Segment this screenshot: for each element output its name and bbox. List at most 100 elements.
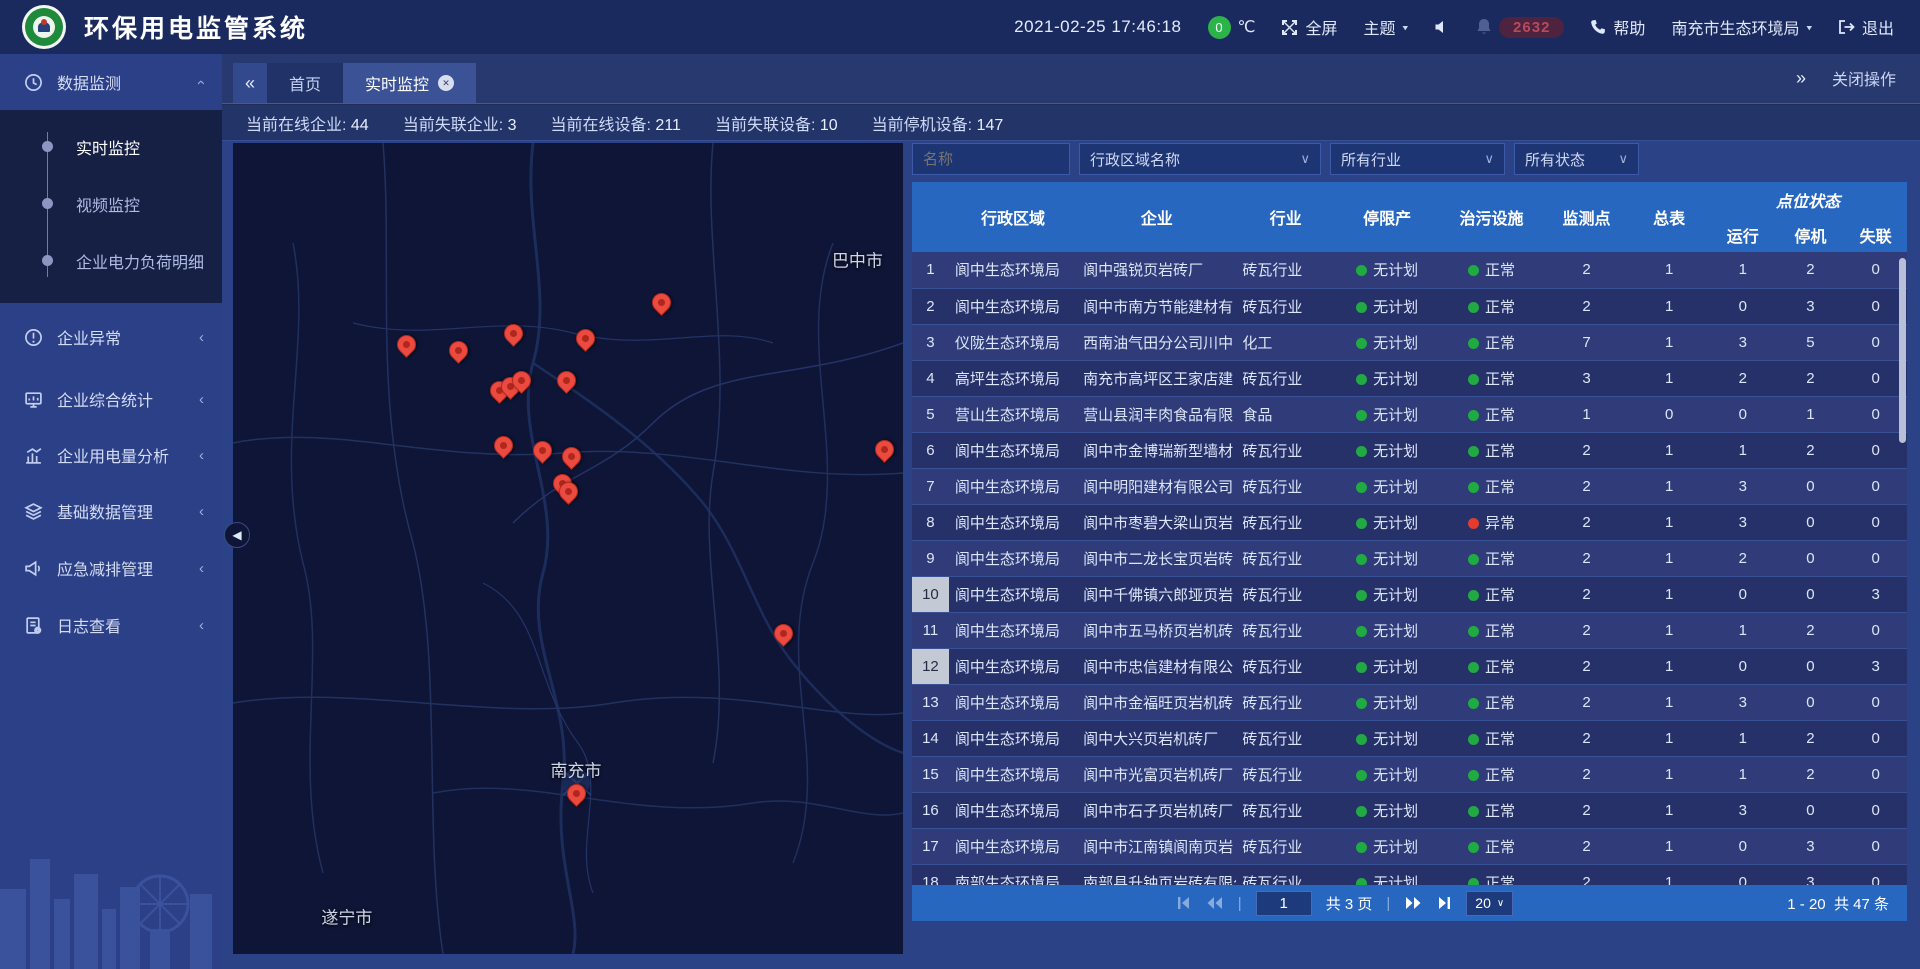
clock-icon xyxy=(24,73,43,92)
chevron-collapsed-icon: ‹ xyxy=(199,391,204,408)
map-city-label: 遂宁市 xyxy=(321,903,372,928)
total-pages-label: 共 3 页 xyxy=(1326,893,1373,914)
tab-close-icon[interactable]: ✕ xyxy=(438,75,454,91)
stats-board-icon xyxy=(24,390,43,409)
name-filter-input[interactable] xyxy=(912,143,1070,175)
app-title: 环保用电监管系统 xyxy=(84,9,308,45)
cityscape-decoration xyxy=(0,799,222,969)
status-offline-companies: 当前失联企业: 3 xyxy=(403,111,517,135)
temperature-unit: ℃ xyxy=(1238,17,1256,37)
table-scrollbar[interactable] xyxy=(1899,258,1906,443)
tab-home[interactable]: 首页 xyxy=(267,63,343,103)
sidebar-item-enterprise-statistics[interactable]: 企业综合统计 ‹ xyxy=(0,371,222,427)
table-row[interactable]: 3仪陇生态环境局西南油气田分公司川中化工无计划正常71350 xyxy=(912,324,1907,360)
sidebar-item-data-monitoring[interactable]: 数据监测 ‹ xyxy=(0,54,222,110)
notifications[interactable]: 2632 xyxy=(1476,17,1564,38)
map-city-label: 巴中市 xyxy=(832,246,883,271)
industry-filter-select[interactable]: 所有行业 ∨ xyxy=(1330,143,1505,175)
record-range-label: 1 - 20 共 47 条 xyxy=(1787,893,1889,914)
chevron-down-icon: ∨ xyxy=(1484,151,1494,167)
page-size-select[interactable]: 20 ∨ xyxy=(1466,891,1513,916)
sidebar-item-power-usage-analysis[interactable]: 企业用电量分析 ‹ xyxy=(0,427,222,483)
table-row[interactable]: 1阆中生态环境局阆中强锐页岩砖厂砖瓦行业无计划正常21120 xyxy=(912,252,1907,288)
fullscreen-icon xyxy=(1281,19,1298,36)
map-labels-layer: 巴中市南充市遂宁市 xyxy=(233,143,903,954)
sidebar-item-realtime-monitoring[interactable]: 实时监控 xyxy=(0,118,222,175)
map-panel[interactable]: 巴中市南充市遂宁市 xyxy=(233,143,903,954)
sidebar-item-video-monitoring[interactable]: 视频监控 xyxy=(0,175,222,232)
sidebar-item-basic-data-management[interactable]: 基础数据管理 ‹ xyxy=(0,483,222,539)
sidebar-item-log-view[interactable]: 日志查看 ‹ xyxy=(0,597,222,653)
table-row[interactable]: 8阆中生态环境局阆中市枣碧大梁山页岩砖瓦行业无计划异常21300 xyxy=(912,504,1907,540)
table-row[interactable]: 13阆中生态环境局阆中市金福旺页岩机砖砖瓦行业无计划正常21300 xyxy=(912,684,1907,720)
pagination-bar: | 共 3 页 | 20 ∨ 1 - 20 共 47 条 xyxy=(912,885,1907,921)
col-lost: 失联 xyxy=(1844,217,1907,252)
sidebar-item-enterprise-anomaly[interactable]: 企业异常 ‹ xyxy=(0,303,222,371)
theme-dropdown[interactable]: 主题 ▾ xyxy=(1364,15,1409,39)
table-row[interactable]: 14阆中生态环境局阆中大兴页岩机砖厂砖瓦行业无计划正常21120 xyxy=(912,720,1907,756)
map-collapse-button[interactable]: ◀ xyxy=(224,522,250,548)
theme-caret-icon: ▾ xyxy=(1403,22,1409,32)
table-row[interactable]: 6阆中生态环境局阆中市金博瑞新型墙材砖瓦行业无计划正常21120 xyxy=(912,432,1907,468)
top-header: 环保用电监管系统 2021-02-25 17:46:18 0 ℃ 全屏 主题 ▾… xyxy=(0,0,1920,54)
temperature-badge: 0 xyxy=(1208,16,1231,39)
bell-icon xyxy=(1476,18,1492,36)
status-bar: 当前在线企业: 44 当前失联企业: 3 当前在线设备: 211 当前失联设备:… xyxy=(222,105,1920,141)
tab-realtime-monitoring[interactable]: 实时监控 ✕ xyxy=(343,63,476,103)
first-page-button[interactable] xyxy=(1176,896,1192,910)
status-filter-select[interactable]: 所有状态 ∨ xyxy=(1514,143,1639,175)
col-index xyxy=(912,182,949,252)
data-table: 行政区域 企业 行业 停限产 治污设施 监测点 总表 点位状态 运行 停机 失联… xyxy=(912,182,1907,921)
logout-button[interactable]: 退出 xyxy=(1838,15,1894,39)
log-file-icon xyxy=(24,616,43,635)
status-online-companies: 当前在线企业: 44 xyxy=(246,111,369,135)
table-row[interactable]: 4高坪生态环境局南充市高坪区王家店建砖瓦行业无计划正常31220 xyxy=(912,360,1907,396)
page-number-input[interactable] xyxy=(1256,891,1312,916)
table-row[interactable]: 17阆中生态环境局阆中市江南镇阆南页岩砖瓦行业无计划正常21030 xyxy=(912,828,1907,864)
col-group-point-status: 点位状态 xyxy=(1709,182,1907,217)
next-page-button[interactable] xyxy=(1404,896,1422,910)
logout-icon xyxy=(1838,19,1855,35)
table-row[interactable]: 2阆中生态环境局阆中市南方节能建材有砖瓦行业无计划正常21030 xyxy=(912,288,1907,324)
tab-scroll-left-button[interactable]: « xyxy=(233,63,267,103)
table-row[interactable]: 16阆中生态环境局阆中市石子页岩机砖厂砖瓦行业无计划正常21300 xyxy=(912,792,1907,828)
col-meter: 总表 xyxy=(1629,182,1709,252)
data-monitoring-submenu: 实时监控 视频监控 企业电力负荷明细 xyxy=(0,110,222,303)
sidebar-item-emergency-reduction[interactable]: 应急减排管理 ‹ xyxy=(0,539,222,597)
table-row[interactable]: 15阆中生态环境局阆中市光富页岩机砖厂砖瓦行业无计划正常21120 xyxy=(912,756,1907,792)
alert-circle-icon xyxy=(24,328,43,347)
col-company: 企业 xyxy=(1077,182,1236,252)
table-row[interactable]: 5营山生态环境局营山县润丰肉食品有限食品无计划正常10010 xyxy=(912,396,1907,432)
table-row[interactable]: 11阆中生态环境局阆中市五马桥页岩机砖砖瓦行业无计划正常21120 xyxy=(912,612,1907,648)
sound-mute-button[interactable] xyxy=(1434,19,1450,35)
phone-icon xyxy=(1590,19,1606,35)
fullscreen-button[interactable]: 全屏 xyxy=(1281,15,1337,39)
bullet-icon xyxy=(42,255,53,266)
col-facility: 治污设施 xyxy=(1439,182,1543,252)
region-filter-select[interactable]: 行政区域名称 ∨ xyxy=(1079,143,1321,175)
table-panel: 行政区域名称 ∨ 所有行业 ∨ 所有状态 ∨ 行政区域 企业 行业 xyxy=(912,143,1907,921)
table-row[interactable]: 7阆中生态环境局阆中明阳建材有限公司砖瓦行业无计划正常21300 xyxy=(912,468,1907,504)
chevron-down-icon: ∨ xyxy=(1300,151,1310,167)
sidebar-item-power-load-detail[interactable]: 企业电力负荷明细 xyxy=(0,232,222,289)
layers-icon xyxy=(24,502,43,521)
tab-scroll-right-button[interactable]: » xyxy=(1796,68,1806,89)
previous-page-button[interactable] xyxy=(1206,896,1224,910)
chevron-collapsed-icon: ‹ xyxy=(199,617,204,634)
close-operations-button[interactable]: 关闭操作 xyxy=(1832,66,1896,90)
table-row[interactable]: 9阆中生态环境局阆中市二龙长宝页岩砖砖瓦行业无计划正常21200 xyxy=(912,540,1907,576)
chevron-expanded-icon: ‹ xyxy=(193,80,210,85)
org-user-dropdown[interactable]: 南充市生态环境局 ▾ xyxy=(1671,15,1812,39)
col-region: 行政区域 xyxy=(949,182,1077,252)
chevron-collapsed-icon: ‹ xyxy=(199,503,204,520)
col-stop: 停机 xyxy=(1777,217,1845,252)
table-row[interactable]: 10阆中生态环境局阆中千佛镇六郎垭页岩砖瓦行业无计划正常21003 xyxy=(912,576,1907,612)
chevron-collapsed-icon: ‹ xyxy=(199,560,204,577)
help-button[interactable]: 帮助 xyxy=(1590,15,1645,39)
last-page-button[interactable] xyxy=(1436,896,1452,910)
chevron-collapsed-icon: ‹ xyxy=(199,447,204,464)
bar-chart-icon xyxy=(24,446,43,465)
table-row[interactable]: 12阆中生态环境局阆中市忠信建材有限公砖瓦行业无计划正常21003 xyxy=(912,648,1907,684)
datetime: 2021-02-25 17:46:18 xyxy=(1014,17,1181,37)
filter-bar: 行政区域名称 ∨ 所有行业 ∨ 所有状态 ∨ xyxy=(912,143,1907,175)
